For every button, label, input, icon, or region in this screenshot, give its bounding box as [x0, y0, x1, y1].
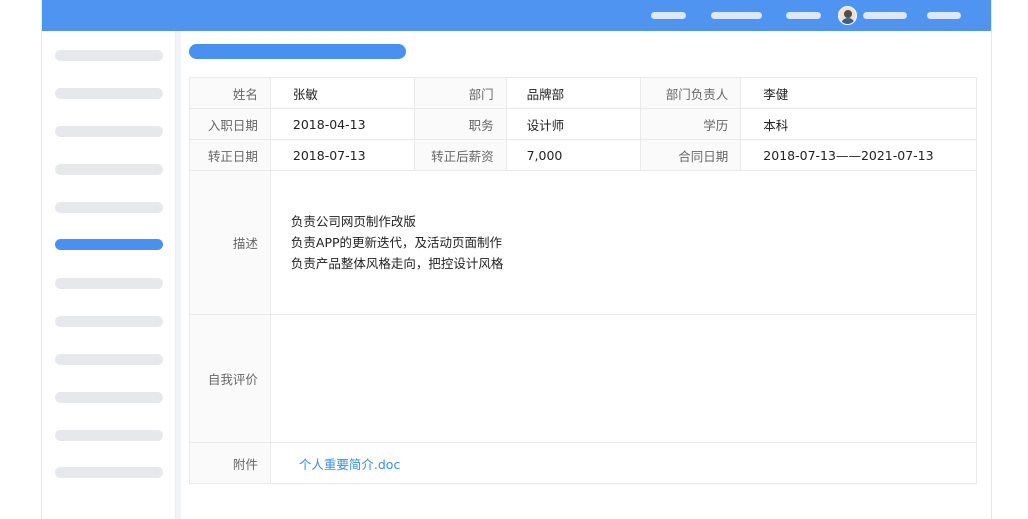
salary-value: 7,000 — [505, 139, 642, 171]
nav-item-3[interactable] — [786, 12, 821, 19]
education-label: 学历 — [640, 108, 742, 140]
attachment-link[interactable]: 个人重要简介.doc — [269, 442, 978, 484]
regular-date-label: 转正日期 — [189, 139, 271, 171]
avatar[interactable] — [838, 6, 857, 25]
sidebar-item-12[interactable] — [55, 467, 163, 478]
avatar-body — [841, 18, 855, 24]
table-row: 转正日期 2018-07-13 转正后薪资 7,000 合同日期 2018-07… — [189, 139, 977, 171]
table-row: 附件 个人重要简介.doc — [189, 442, 978, 484]
head-value: 李健 — [740, 77, 977, 109]
sidebar-item-1[interactable] — [55, 50, 163, 61]
head-label: 部门负责人 — [640, 77, 742, 109]
table-row: 入职日期 2018-04-13 职务 设计师 学历 本科 — [189, 108, 977, 140]
description-label: 描述 — [189, 170, 271, 315]
contract-date-label: 合同日期 — [640, 139, 742, 171]
sidebar-divider — [176, 31, 181, 519]
table-row: 自我评价 — [189, 314, 978, 443]
name-value: 张敏 — [269, 77, 415, 109]
self-evaluation-label: 自我评价 — [189, 314, 271, 443]
nav-item-logout[interactable] — [927, 12, 961, 19]
table-row: 姓名 张敏 部门 品牌部 部门负责人 李健 — [189, 77, 977, 109]
sidebar — [42, 31, 176, 519]
app-window: 姓名 张敏 部门 品牌部 部门负责人 李健 入职日期 2018-04-13 职务… — [41, 0, 992, 519]
top-navbar — [42, 0, 991, 31]
position-label: 职务 — [413, 108, 507, 140]
sidebar-item-8[interactable] — [55, 316, 163, 327]
description-value: 负责公司网页制作改版 负责APP的更新迭代，及活动页面制作 负责产品整体风格走向… — [269, 170, 978, 315]
employee-info-table: 姓名 张敏 部门 品牌部 部门负责人 李健 入职日期 2018-04-13 职务… — [189, 77, 978, 484]
page-title-placeholder — [189, 44, 406, 59]
sidebar-item-2[interactable] — [55, 88, 163, 99]
join-date-value: 2018-04-13 — [269, 108, 415, 140]
attachment-label: 附件 — [189, 442, 271, 484]
sidebar-item-3[interactable] — [55, 126, 163, 137]
education-value: 本科 — [740, 108, 977, 140]
position-value: 设计师 — [505, 108, 642, 140]
description-line: 负责公司网页制作改版 — [290, 214, 416, 229]
sidebar-item-9[interactable] — [55, 354, 163, 365]
sidebar-item-11[interactable] — [55, 430, 163, 441]
sidebar-item-5[interactable] — [55, 202, 163, 213]
join-date-label: 入职日期 — [189, 108, 271, 140]
table-row: 描述 负责公司网页制作改版 负责APP的更新迭代，及活动页面制作 负责产品整体风… — [189, 170, 978, 315]
self-evaluation-value — [269, 314, 978, 443]
dept-value: 品牌部 — [505, 77, 642, 109]
sidebar-item-active[interactable] — [55, 239, 163, 250]
description-line: 负责APP的更新迭代，及活动页面制作 — [290, 235, 503, 250]
dept-label: 部门 — [413, 77, 507, 109]
salary-label: 转正后薪资 — [413, 139, 507, 171]
regular-date-value: 2018-07-13 — [269, 139, 415, 171]
sidebar-item-4[interactable] — [55, 164, 163, 175]
name-label: 姓名 — [189, 77, 271, 109]
nav-item-1[interactable] — [651, 12, 686, 19]
sidebar-item-7[interactable] — [55, 278, 163, 289]
contract-date-value: 2018-07-13——2021-07-13 — [740, 139, 977, 171]
avatar-head — [844, 10, 852, 18]
sidebar-item-10[interactable] — [55, 392, 163, 403]
nav-item-2[interactable] — [711, 12, 762, 19]
description-line: 负责产品整体风格走向，把控设计风格 — [290, 256, 504, 271]
user-name-placeholder[interactable] — [863, 12, 907, 19]
